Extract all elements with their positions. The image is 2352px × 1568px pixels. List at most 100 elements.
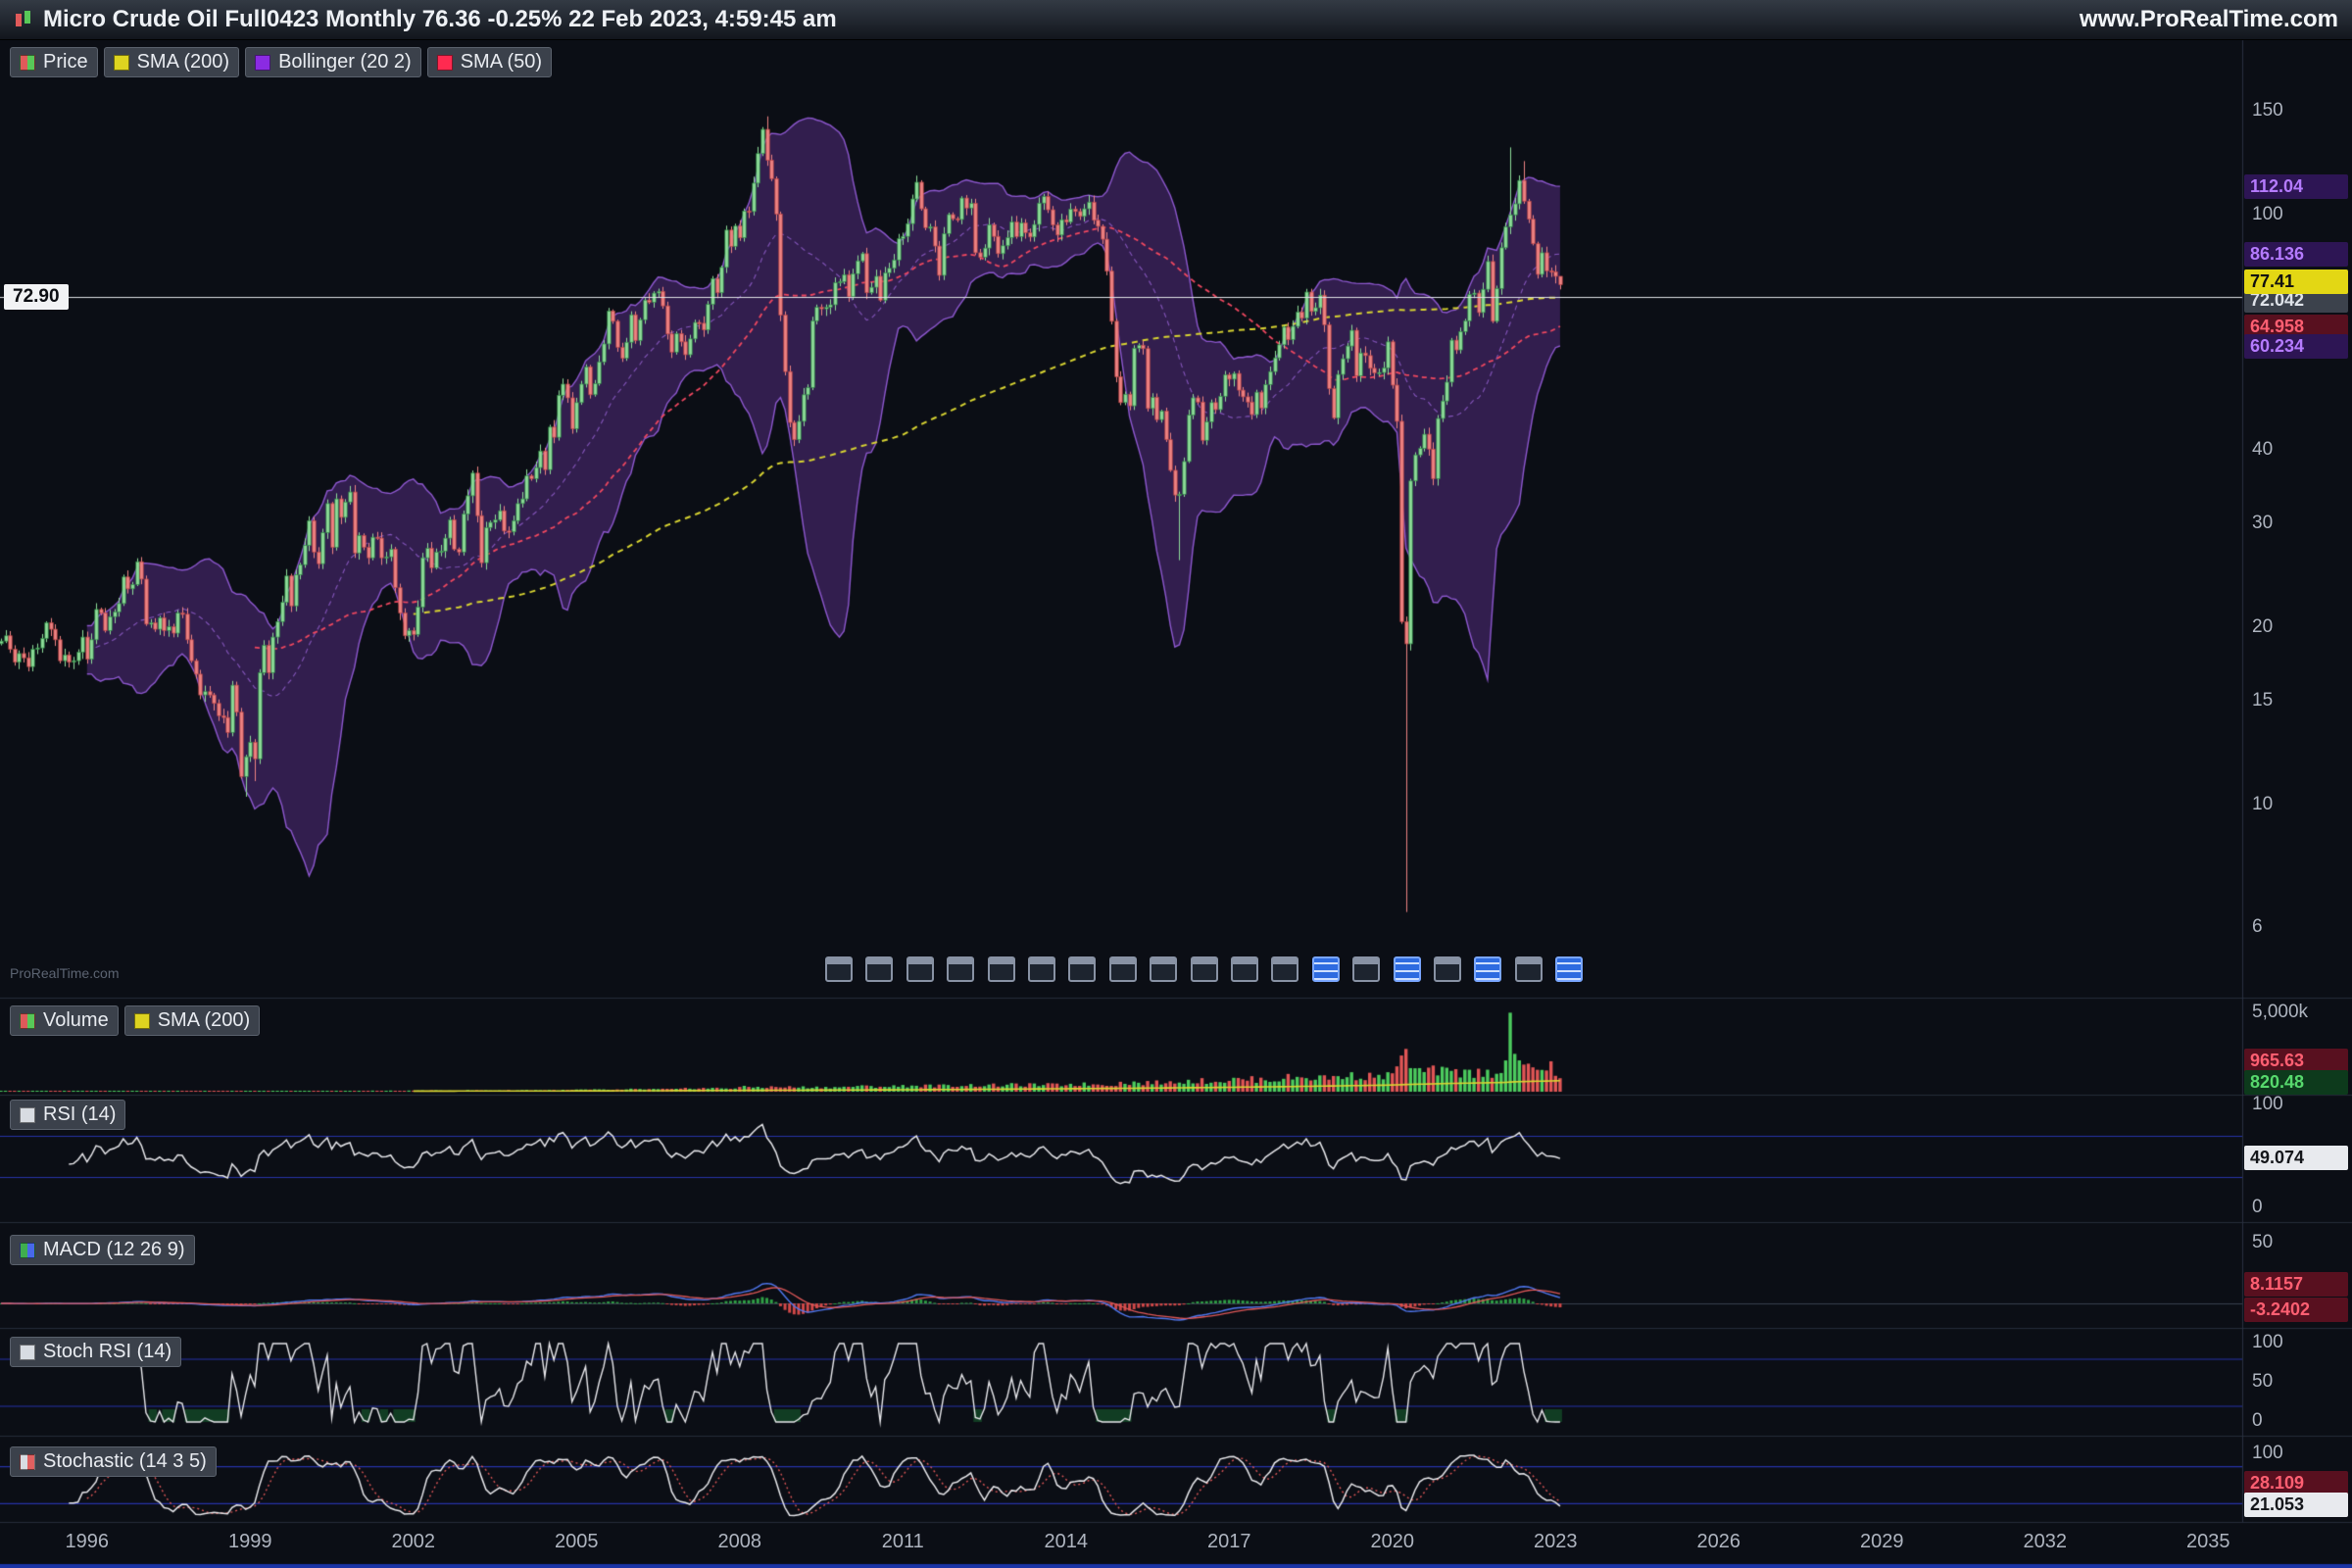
calendar-icon[interactable]: [906, 956, 934, 982]
price-axis-tick: 30: [2252, 513, 2273, 534]
calendar-icon[interactable]: [947, 956, 974, 982]
legend-rsi: RSI (14): [10, 1100, 131, 1130]
price-value-label: 86.136: [2244, 242, 2348, 267]
candlestick-app-icon: [14, 10, 33, 29]
macd-value-label: 8.1157: [2244, 1272, 2348, 1297]
price-value-label: 112.04: [2244, 174, 2348, 199]
legend-item-stoch-rsi-14-[interactable]: Stoch RSI (14): [10, 1337, 181, 1367]
series-color-icon: [20, 55, 35, 71]
rsi-axis-tick: 0: [2252, 1197, 2263, 1218]
price-value-label: 77.41: [2244, 270, 2348, 294]
calendar-icon[interactable]: [1191, 956, 1218, 982]
legend-item-macd-12-26-9-[interactable]: MACD (12 26 9): [10, 1235, 195, 1265]
calendar-icon[interactable]: [1271, 956, 1298, 982]
legend-item-sma-200-[interactable]: SMA (200): [104, 47, 239, 77]
legend-label: Volume: [43, 1009, 109, 1032]
price-axis-tick: 40: [2252, 439, 2273, 461]
legend-label: SMA (200): [137, 51, 229, 74]
year-label: 2029: [1860, 1531, 1904, 1553]
year-label: 2011: [882, 1531, 924, 1553]
legend-label: Stoch RSI (14): [43, 1341, 172, 1363]
site-link[interactable]: www.ProRealTime.com: [2080, 6, 2338, 33]
calendar-icon[interactable]: [1515, 956, 1543, 982]
main-chart-canvas[interactable]: [0, 0, 2352, 1568]
series-color-icon: [20, 1243, 35, 1258]
prorealtime-window: Micro Crude Oil Full0423 Monthly 76.36 -…: [0, 0, 2352, 1568]
report-icon[interactable]: [1555, 956, 1583, 982]
report-icon[interactable]: [1312, 956, 1340, 982]
series-color-icon: [20, 1107, 35, 1123]
report-icon[interactable]: [1394, 956, 1421, 982]
year-label: 1999: [228, 1531, 272, 1553]
price-axis-tick: 10: [2252, 794, 2273, 815]
legend-label: Bollinger (20 2): [278, 51, 412, 74]
year-label: 2020: [1371, 1531, 1415, 1553]
stochrsi-axis-tick: 100: [2252, 1332, 2283, 1353]
legend-label: MACD (12 26 9): [43, 1239, 185, 1261]
calendar-icon[interactable]: [1150, 956, 1177, 982]
price-axis-tick: 150: [2252, 100, 2283, 122]
calendar-icon[interactable]: [865, 956, 893, 982]
legend-item-stochastic-14-3-5-[interactable]: Stochastic (14 3 5): [10, 1446, 217, 1477]
hline-price-label: 72.90: [4, 284, 69, 310]
watermark: ProRealTime.com: [10, 965, 120, 981]
legend-stochastic: Stochastic (14 3 5): [10, 1446, 222, 1477]
series-color-icon: [255, 55, 270, 71]
volume-value-label: 820.48: [2244, 1070, 2348, 1095]
legend-volume: Volume SMA (200): [10, 1005, 266, 1036]
series-color-icon: [134, 1013, 150, 1029]
year-label: 2035: [2186, 1531, 2230, 1553]
price-axis-tick: 6: [2252, 916, 2263, 938]
calendar-icon[interactable]: [1434, 956, 1461, 982]
macd-value-label: -3.2402: [2244, 1298, 2348, 1322]
legend-price: Price SMA (200) Bollinger (20 2) SMA (50): [10, 47, 558, 77]
legend-macd: MACD (12 26 9): [10, 1235, 201, 1265]
calendar-icon[interactable]: [1028, 956, 1055, 982]
legend-label: SMA (50): [461, 51, 542, 74]
calendar-icon[interactable]: [1068, 956, 1096, 982]
price-axis-tick: 100: [2252, 204, 2283, 225]
year-label: 2002: [392, 1531, 436, 1553]
rsi-axis-tick: 100: [2252, 1094, 2283, 1115]
calendar-icon[interactable]: [1352, 956, 1380, 982]
calendar-icon[interactable]: [1109, 956, 1137, 982]
stochrsi-axis-tick: 50: [2252, 1371, 2273, 1393]
legend-stochrsi: Stoch RSI (14): [10, 1337, 187, 1367]
volume-axis-tick: 5,000k: [2252, 1002, 2308, 1023]
legend-label: Stochastic (14 3 5): [43, 1450, 207, 1473]
series-color-icon: [20, 1454, 35, 1470]
series-color-icon: [20, 1013, 35, 1029]
year-label: 2023: [1534, 1531, 1578, 1553]
legend-label: SMA (200): [158, 1009, 250, 1032]
year-label: 2026: [1697, 1531, 1741, 1553]
stochrsi-axis-tick: 0: [2252, 1410, 2263, 1432]
price-value-label: 60.234: [2244, 334, 2348, 359]
legend-item-rsi-14-[interactable]: RSI (14): [10, 1100, 125, 1130]
title-bar: Micro Crude Oil Full0423 Monthly 76.36 -…: [0, 0, 2352, 40]
year-label: 1996: [66, 1531, 110, 1553]
legend-item-sma-200-[interactable]: SMA (200): [124, 1005, 260, 1036]
year-label: 2017: [1207, 1531, 1251, 1553]
calendar-icon[interactable]: [1231, 956, 1258, 982]
instrument-title: Micro Crude Oil Full0423 Monthly 76.36 -…: [14, 6, 837, 33]
year-label: 2005: [555, 1531, 599, 1553]
series-color-icon: [437, 55, 453, 71]
legend-item-volume[interactable]: Volume: [10, 1005, 119, 1036]
report-icon[interactable]: [1474, 956, 1501, 982]
price-axis-tick: 20: [2252, 616, 2273, 638]
series-color-icon: [114, 55, 129, 71]
year-label: 2014: [1045, 1531, 1089, 1553]
legend-item-price[interactable]: Price: [10, 47, 98, 77]
stochastic-value-label: 21.053: [2244, 1493, 2348, 1517]
calendar-icon[interactable]: [988, 956, 1015, 982]
year-label: 2032: [2024, 1531, 2068, 1553]
legend-item-sma-50-[interactable]: SMA (50): [427, 47, 552, 77]
legend-label: RSI (14): [43, 1103, 116, 1126]
legend-label: Price: [43, 51, 88, 74]
year-label: 2008: [718, 1531, 762, 1553]
macd-axis-tick: 50: [2252, 1232, 2273, 1253]
calendar-icon[interactable]: [825, 956, 853, 982]
series-color-icon: [20, 1345, 35, 1360]
legend-item-bollinger-20-2-[interactable]: Bollinger (20 2): [245, 47, 421, 77]
title-text: Micro Crude Oil Full0423 Monthly 76.36 -…: [43, 6, 837, 33]
